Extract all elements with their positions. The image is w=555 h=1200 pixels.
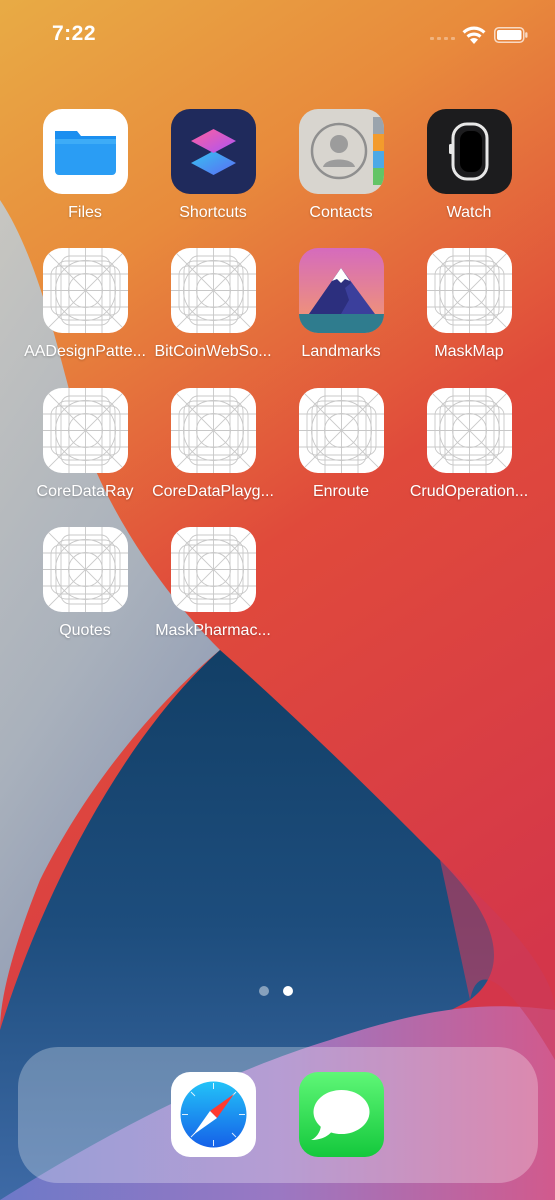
page-dot-current[interactable] [283,986,293,996]
app-label: Enroute [312,483,370,500]
watch-icon [426,109,512,194]
app-label: Watch [446,204,492,221]
app-aadesignpatterns[interactable]: AADesignPatte... [21,248,149,361]
app-shortcuts[interactable]: Shortcuts [149,109,277,222]
page-indicator[interactable] [259,986,293,996]
messages-icon [298,1072,384,1157]
page-dot[interactable] [259,986,269,996]
dock-app-messages[interactable] [277,1072,405,1157]
wifi-icon [462,26,486,44]
app-label: Shortcuts [179,204,247,221]
app-label: CoreDataRay [36,483,134,500]
app-label: Contacts [309,204,373,221]
placeholder-app-icon [42,527,128,612]
landmarks-icon [298,248,384,333]
placeholder-app-icon [170,527,256,612]
app-label: Quotes [59,622,111,639]
battery-icon [494,27,528,43]
app-landmarks[interactable]: Landmarks [277,248,405,361]
placeholder-app-icon [42,248,128,333]
status-bar: 7:22 [0,0,555,70]
dock-app-safari[interactable] [149,1072,277,1157]
placeholder-app-icon [42,388,128,473]
app-label: CoreDataPlayg... [152,483,274,500]
files-icon [42,109,128,194]
app-coredataplayground[interactable]: CoreDataPlayg... [149,388,277,501]
placeholder-app-icon [170,248,256,333]
app-files[interactable]: Files [21,109,149,222]
app-label: CrudOperation... [409,483,529,500]
app-enroute[interactable]: Enroute [277,388,405,501]
placeholder-app-icon [298,388,384,473]
app-contacts[interactable]: Contacts [277,109,405,222]
app-label: BitCoinWebSo... [154,343,272,360]
app-label: MaskMap [434,343,504,360]
app-maskmap[interactable]: MaskMap [405,248,533,361]
app-label: AADesignPatte... [24,343,146,360]
app-maskpharmacy[interactable]: MaskPharmac... [149,527,277,640]
app-label: MaskPharmac... [155,622,271,639]
placeholder-app-icon [426,388,512,473]
shortcuts-icon [170,109,256,194]
app-coredataray[interactable]: CoreDataRay [21,388,149,501]
app-bitcoinwebsocket[interactable]: BitCoinWebSo... [149,248,277,361]
app-label: Landmarks [301,343,381,360]
app-crudoperation[interactable]: CrudOperation... [405,388,533,501]
app-label: Files [68,204,102,221]
app-watch[interactable]: Watch [405,109,533,222]
status-time: 7:22 [52,22,97,45]
cellular-signal-icon [430,37,455,40]
safari-icon [170,1072,256,1157]
placeholder-app-icon [170,388,256,473]
app-quotes[interactable]: Quotes [21,527,149,640]
dock [18,1047,538,1183]
contacts-icon [298,109,384,194]
placeholder-app-icon [426,248,512,333]
